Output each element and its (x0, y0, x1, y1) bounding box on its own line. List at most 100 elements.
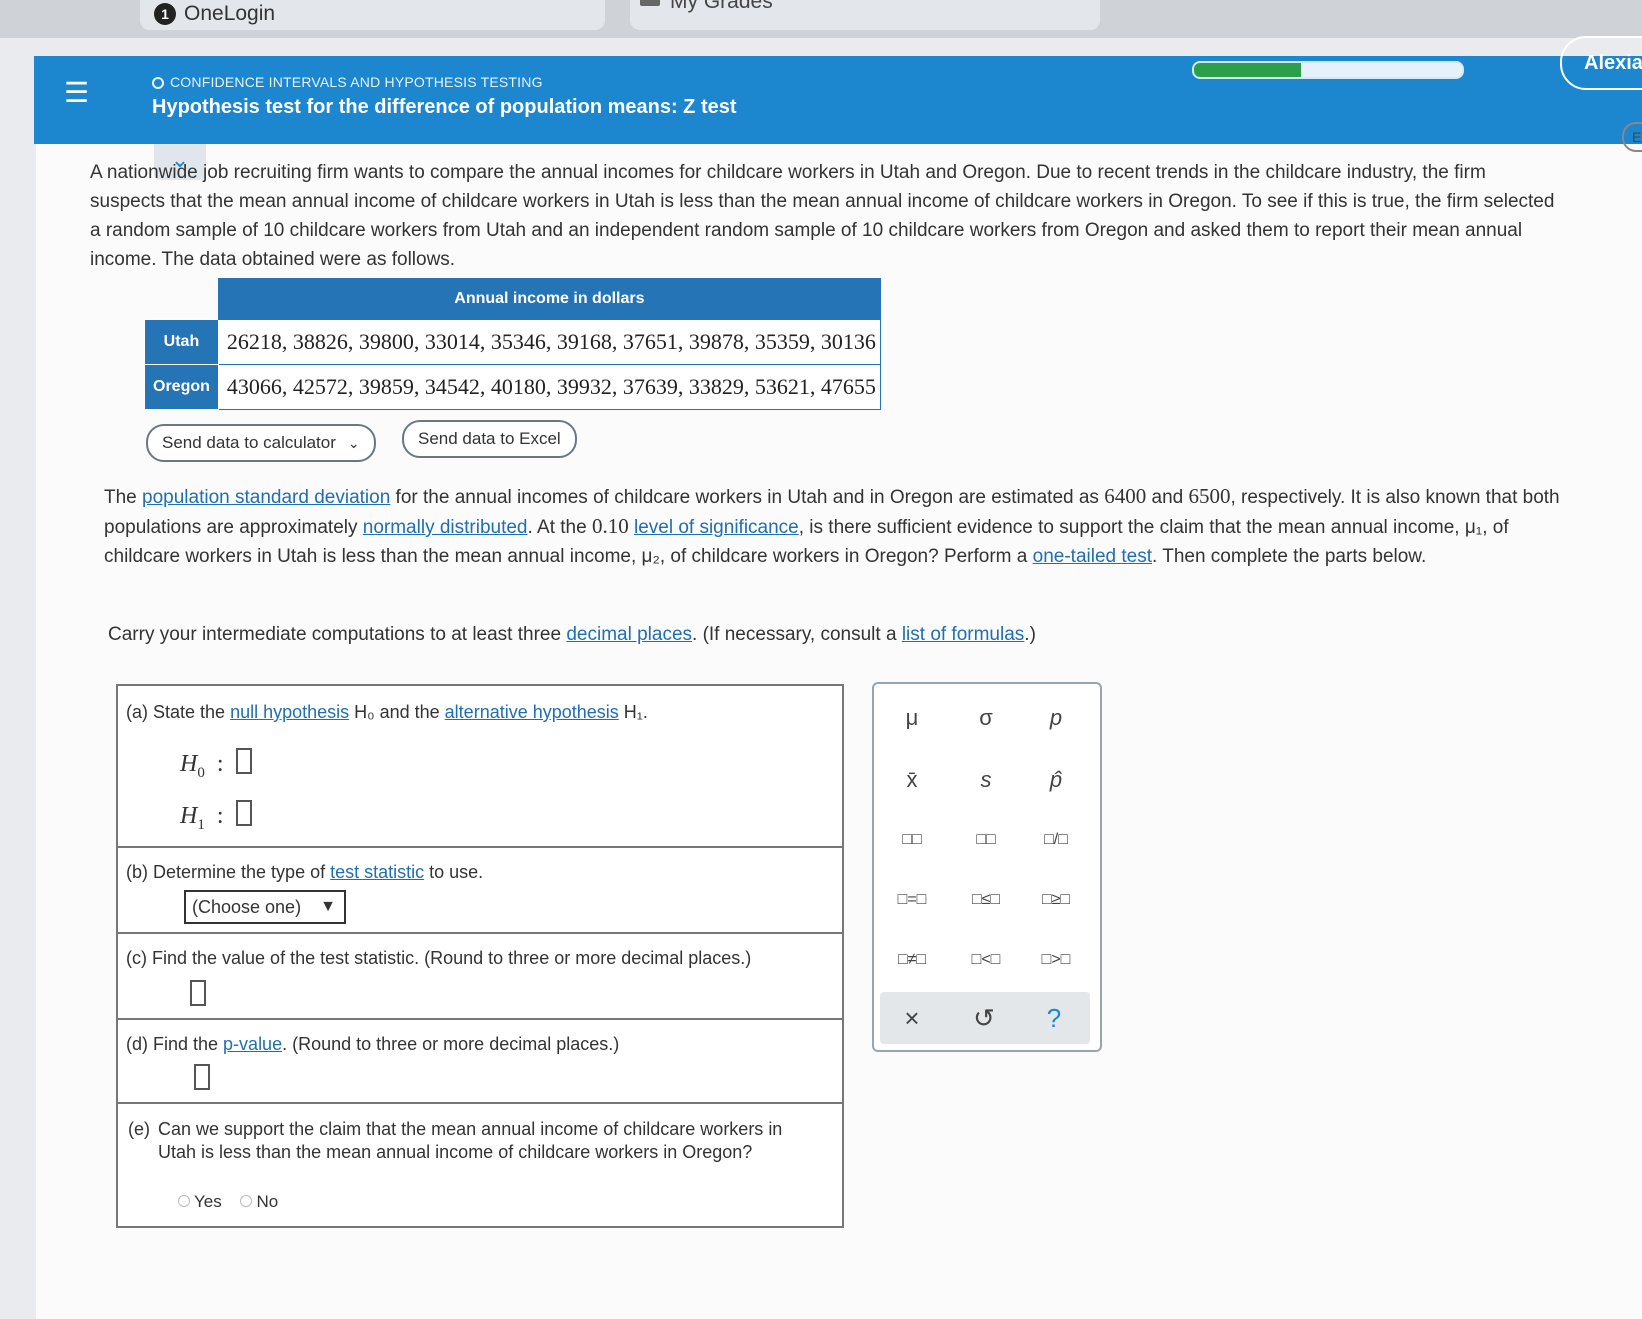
link-list-of-formulas[interactable]: list of formulas (902, 624, 1024, 645)
p-hat-button[interactable]: p̂ (1026, 760, 1086, 800)
chevron-down-icon: ⌄ (347, 435, 360, 451)
text: H₀ and the (349, 702, 445, 722)
h1-row: H1: (180, 800, 252, 834)
link-decimal-places[interactable]: decimal places (566, 624, 692, 645)
subscript-icon[interactable]: □□ (956, 820, 1016, 860)
radio-icon[interactable] (178, 1195, 190, 1207)
link-population-standard-deviation[interactable]: population standard deviation (142, 487, 390, 508)
notification-badge: 1 (154, 3, 176, 25)
part-c: (c) Find the value of the test statistic… (118, 932, 842, 1020)
text: to use. (424, 862, 484, 882)
fraction-icon[interactable]: □/□ (1026, 820, 1086, 860)
link-p-value[interactable]: p-value (223, 1034, 282, 1054)
problem-intro: A nationwide job recruiting firm wants t… (90, 162, 1555, 270)
text: .) (1024, 624, 1036, 645)
answer-parts: (a) State the null hypothesis H₀ and the… (116, 684, 844, 1228)
part-letter: (e) (128, 1119, 150, 1139)
send-to-excel-button[interactable]: Send data to Excel (402, 420, 577, 458)
greater-equal-button[interactable]: □≥□ (1026, 880, 1086, 920)
link-null-hypothesis[interactable]: null hypothesis (230, 702, 349, 722)
link-alternative-hypothesis[interactable]: alternative hypothesis (445, 702, 619, 722)
tab-title: OneLogin (184, 2, 276, 25)
sigma-button[interactable]: σ (956, 698, 1016, 738)
text: Can we support the claim that the mean a… (158, 1119, 783, 1162)
hamburger-icon[interactable]: ☰ (64, 79, 90, 107)
value-sd-oregon: 6500 (1188, 484, 1231, 508)
symbol-palette: μ σ p x̄ s p̂ □□ □□ □/□ □=□ □≤□ □≥□ □≠□ … (872, 682, 1102, 1052)
yes-no-options: Yes No (178, 1192, 292, 1212)
link-normally-distributed[interactable]: normally distributed (363, 517, 528, 538)
part-e-prompt: (e) Can we support the claim that the mea… (128, 1118, 818, 1164)
clear-icon[interactable]: × (882, 998, 942, 1038)
row-values-oregon: 43066, 42572, 39859, 34542, 40180, 39932… (217, 364, 881, 410)
user-menu-button[interactable]: Alexia (1560, 36, 1642, 90)
value-sd-utah: 6400 (1104, 484, 1147, 508)
part-a: (a) State the null hypothesis H₀ and the… (118, 686, 842, 848)
text: (a) State the (126, 702, 231, 722)
p-value-input[interactable] (194, 1064, 210, 1090)
option-yes[interactable]: Yes (178, 1192, 222, 1211)
test-statistic-input[interactable] (190, 980, 206, 1006)
radio-icon[interactable] (240, 1195, 253, 1207)
text: (b) Determine the type of (126, 862, 331, 882)
progress-bar (1192, 61, 1464, 79)
h0-row: H0: (180, 748, 252, 782)
option-no[interactable]: No (240, 1192, 278, 1211)
row-values-utah: 26218, 38826, 39800, 33014, 35346, 39168… (217, 319, 881, 365)
instructions: Carry your intermediate computations to … (108, 620, 1578, 649)
side-button[interactable]: Es (1622, 122, 1642, 152)
p-button[interactable]: p (1026, 698, 1086, 738)
equals-button[interactable]: □=□ (882, 880, 942, 920)
table-row: Oregon 43066, 42572, 39859, 34542, 40180… (144, 364, 881, 410)
topic-label: CONFIDENCE INTERVALS AND HYPOTHESIS TEST… (152, 74, 543, 90)
text: The (104, 487, 143, 508)
table-row: Utah 26218, 38826, 39800, 33014, 35346, … (144, 319, 881, 365)
part-a-prompt: (a) State the null hypothesis H₀ and the… (126, 702, 648, 723)
row-label-utah: Utah (144, 319, 219, 365)
less-than-button[interactable]: □<□ (956, 940, 1016, 980)
text: . (Round to three or more decimal places… (282, 1034, 620, 1054)
send-to-calculator-button[interactable]: Send data to calculator ⌄ (146, 424, 376, 462)
text: for the annual incomes of childcare work… (390, 487, 1105, 508)
browser-tab-onelogin[interactable]: 1 OneLogin (140, 0, 605, 30)
link-level-of-significance[interactable]: level of significance (634, 517, 799, 538)
h1-symbol: H (180, 803, 198, 829)
part-b: (b) Determine the type of test statistic… (118, 846, 842, 934)
dropdown-arrow-icon: ▼ (320, 898, 336, 915)
button-label: Send data to Excel (418, 429, 561, 448)
h1-input[interactable] (235, 800, 252, 826)
select-value: (Choose one) (192, 897, 302, 917)
h1-subscript: 1 (197, 816, 205, 833)
test-statistic-select[interactable]: (Choose one) ▼ (184, 890, 346, 924)
h0-subscript: 0 (197, 764, 205, 781)
text: . Then complete the parts below. (1152, 546, 1427, 567)
part-e: (e) Can we support the claim that the mea… (118, 1102, 842, 1226)
tab-title: My Grades (670, 0, 773, 13)
browser-tab-strip: 1 OneLogin My Grades (0, 0, 1642, 38)
browser-tab-my-grades[interactable]: My Grades (630, 0, 1100, 30)
help-icon[interactable]: ? (1024, 998, 1084, 1038)
link-one-tailed-test[interactable]: one-tailed test (1033, 546, 1152, 567)
text: . (If necessary, consult a (692, 624, 902, 645)
text: H₁. (618, 702, 648, 722)
mu-button[interactable]: μ (882, 698, 942, 738)
h0-symbol: H (180, 751, 198, 777)
text: (d) Find the (126, 1034, 224, 1054)
x-bar-button[interactable]: x̄ (882, 760, 942, 800)
assignment-header: ☰ CONFIDENCE INTERVALS AND HYPOTHESIS TE… (34, 36, 1642, 144)
link-test-statistic[interactable]: test statistic (330, 862, 424, 882)
topic-text: CONFIDENCE INTERVALS AND HYPOTHESIS TEST… (170, 74, 543, 90)
problem-statement: The population standard deviation for th… (104, 482, 1574, 571)
part-d: (d) Find the p-value. (Round to three or… (118, 1018, 842, 1104)
s-button[interactable]: s (956, 760, 1016, 800)
undo-icon[interactable]: ↺ (954, 998, 1014, 1038)
topic-dot-icon (152, 77, 164, 89)
greater-than-button[interactable]: □>□ (1026, 940, 1086, 980)
palette-actions: × ↺ ? (880, 992, 1090, 1044)
less-equal-button[interactable]: □≤□ (956, 880, 1016, 920)
button-label: Send data to calculator (162, 433, 336, 452)
not-equal-button[interactable]: □≠□ (882, 940, 942, 980)
superscript-icon[interactable]: □□ (882, 820, 942, 860)
text: Carry your intermediate computations to … (108, 624, 567, 645)
h0-input[interactable] (235, 748, 252, 774)
